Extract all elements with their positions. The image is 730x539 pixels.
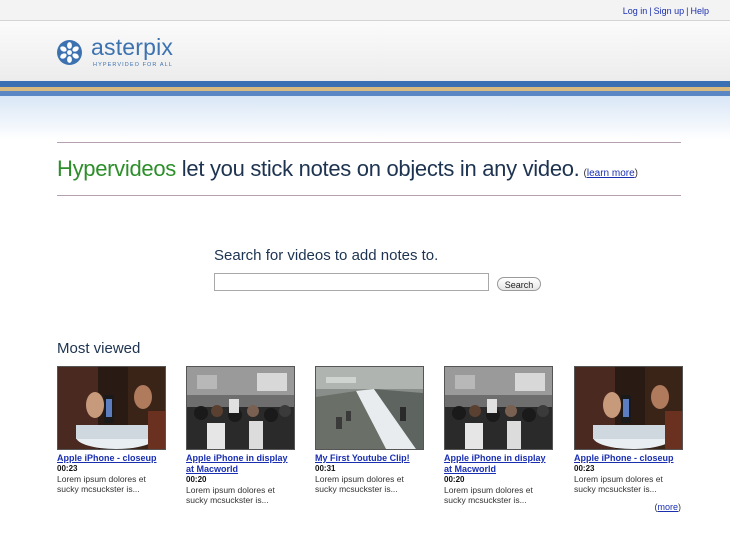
macworld-crowd-thumbnail-image: [187, 367, 294, 449]
help-link[interactable]: Help: [690, 6, 709, 16]
paren-close: ): [634, 168, 638, 179]
asterisk-logo-icon[interactable]: [57, 40, 82, 65]
video-duration: 00:20: [444, 475, 465, 484]
learn-more-wrapper: (learn more): [584, 168, 639, 179]
iphone-closeup-thumbnail-image: [575, 367, 682, 449]
video-title-link[interactable]: Apple iPhone in display at Macworld: [444, 453, 554, 475]
video-thumbnail[interactable]: [57, 366, 166, 450]
top-bar: Log in | Sign up | Help: [0, 0, 730, 21]
video-thumbnail[interactable]: [186, 366, 295, 450]
video-description: Lorem ipsum dolores et sucky mcsuckster …: [315, 474, 404, 494]
video-description: Lorem ipsum dolores et sucky mcsuckster …: [186, 485, 275, 505]
macworld-crowd-thumbnail-image: [445, 367, 552, 449]
video-thumbnail[interactable]: [574, 366, 683, 450]
video-title-link[interactable]: Apple iPhone - closeup: [57, 453, 167, 464]
hero-text: let you stick notes on objects in any vi…: [175, 156, 580, 181]
signup-link[interactable]: Sign up: [654, 6, 685, 16]
iphone-closeup-thumbnail-image: [58, 367, 165, 449]
search-button[interactable]: Search: [497, 277, 541, 291]
video-duration: 00:20: [186, 475, 207, 484]
video-title-link[interactable]: Apple iPhone in display at Macworld: [186, 453, 296, 475]
youtube-clip-thumbnail-image: [316, 367, 423, 449]
video-card: My First Youtube Clip! 00:31 Lorem ipsum…: [315, 366, 425, 494]
video-duration: 00:23: [57, 464, 78, 473]
video-description: Lorem ipsum dolores et sucky mcsuckster …: [574, 474, 663, 494]
login-link[interactable]: Log in: [623, 6, 648, 16]
most-viewed-heading: Most viewed: [57, 340, 141, 357]
logo-tagline: HYPERVIDEO FOR ALL: [93, 62, 173, 68]
divider: [57, 142, 681, 143]
account-links: Log in | Sign up | Help: [623, 6, 709, 16]
video-card: Apple iPhone in display at Macworld 00:2…: [444, 366, 554, 505]
video-title-link[interactable]: Apple iPhone - closeup: [574, 453, 684, 464]
more-link[interactable]: more: [657, 502, 678, 512]
hero-tagline: Hypervideos let you stick notes on objec…: [57, 156, 638, 182]
video-thumbnail[interactable]: [444, 366, 553, 450]
video-description: Lorem ipsum dolores et sucky mcsuckster …: [444, 485, 533, 505]
header-glow: [0, 96, 730, 140]
logo-wordmark[interactable]: asterpix: [91, 34, 173, 61]
video-description: Lorem ipsum dolores et sucky mcsuckster …: [57, 474, 146, 494]
link-separator: |: [686, 6, 689, 16]
divider: [57, 195, 681, 196]
video-card: Apple iPhone - closeup 00:23 Lorem ipsum…: [574, 366, 684, 494]
video-duration: 00:31: [315, 464, 336, 473]
video-thumbnail[interactable]: [315, 366, 424, 450]
video-card: Apple iPhone - closeup 00:23 Lorem ipsum…: [57, 366, 167, 494]
search-heading: Search for videos to add notes to.: [214, 247, 439, 264]
video-card: Apple iPhone in display at Macworld 00:2…: [186, 366, 296, 505]
learn-more-link[interactable]: learn more: [587, 168, 635, 179]
video-duration: 00:23: [574, 464, 595, 473]
paren-close: ): [678, 502, 681, 512]
more-link-wrapper: (more): [654, 502, 681, 512]
hero-highlight: Hypervideos: [57, 156, 176, 181]
video-title-link[interactable]: My First Youtube Clip!: [315, 453, 425, 464]
search-input[interactable]: [214, 273, 489, 291]
link-separator: |: [649, 6, 652, 16]
